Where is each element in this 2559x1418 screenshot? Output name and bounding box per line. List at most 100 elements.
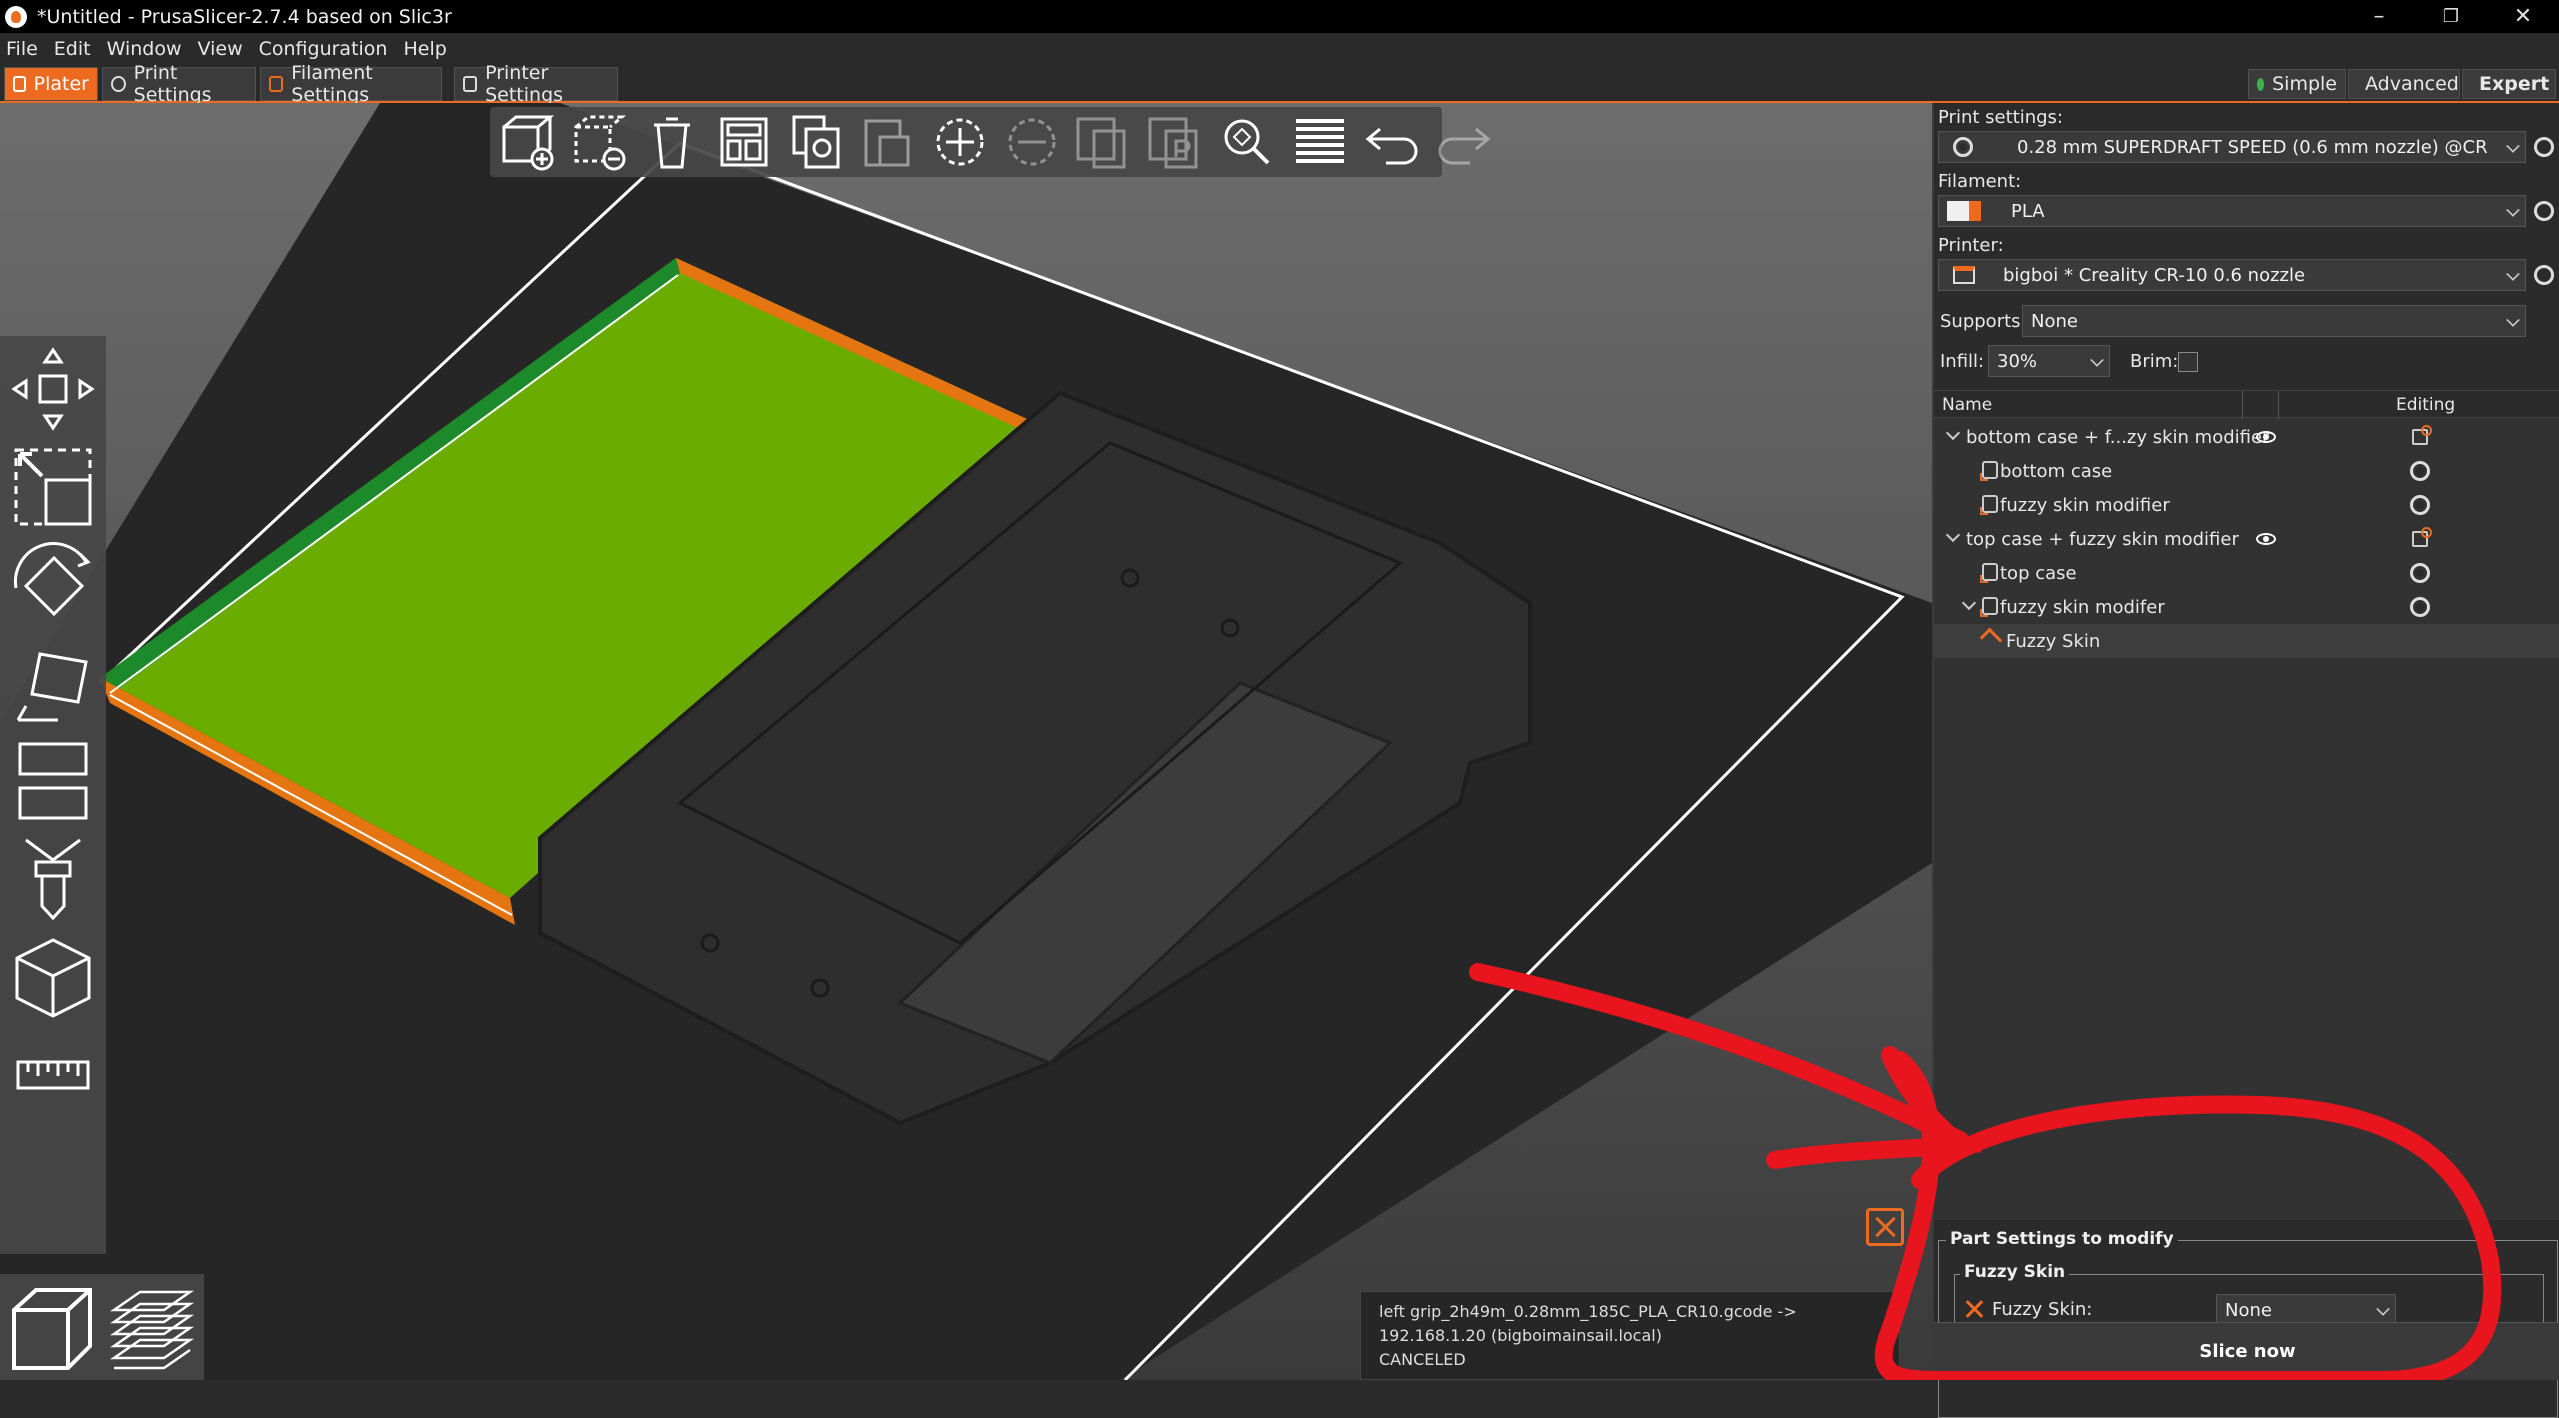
place-on-face-button[interactable] xyxy=(6,636,100,730)
printer-icon xyxy=(1953,266,1975,284)
chevron-down-icon xyxy=(2506,267,2520,281)
measure-tool-button[interactable] xyxy=(6,1028,100,1122)
brim-checkbox[interactable] xyxy=(2178,352,2198,372)
rotate-tool-button[interactable] xyxy=(6,538,100,632)
settings-edit-icon[interactable] xyxy=(2412,425,2432,445)
infill-combo[interactable]: 30% xyxy=(1988,345,2110,377)
print-settings-edit-icon[interactable] xyxy=(2534,137,2554,157)
tree-row-object[interactable]: top case + fuzzy skin modifier xyxy=(1934,522,2559,556)
menu-window[interactable]: Window xyxy=(107,38,182,60)
close-button[interactable]: ✕ xyxy=(2492,0,2554,33)
tab-plater[interactable]: Plater xyxy=(4,67,98,101)
split-objects-button[interactable] xyxy=(1070,111,1138,173)
gear-icon xyxy=(1953,137,1973,157)
chevron-down-icon[interactable] xyxy=(1961,595,1977,611)
menu-edit[interactable]: Edit xyxy=(54,38,91,60)
mode-expert-label: Expert xyxy=(2479,73,2550,95)
printer-value: bigboi * Creality CR-10 0.6 nozzle xyxy=(2003,264,2306,286)
scale-tool-button[interactable] xyxy=(6,440,100,534)
view-toggle xyxy=(0,1274,204,1380)
arrange-button[interactable] xyxy=(710,111,778,173)
remove-setting-icon[interactable] xyxy=(1964,1298,1984,1318)
tree-row-modifier[interactable]: fuzzy skin modifer xyxy=(1934,590,2559,624)
fuzzy-skin-icon xyxy=(1979,627,2003,651)
gear-icon xyxy=(111,76,126,92)
tree-row-label: bottom case xyxy=(2000,460,2113,482)
fuzzy-skin-field-label: Fuzzy Skin: xyxy=(1992,1299,2093,1320)
supports-combo[interactable]: None xyxy=(2022,305,2526,337)
3d-view-icon[interactable] xyxy=(4,1280,100,1376)
tab-printer-settings[interactable]: Printer Settings xyxy=(454,62,618,106)
maximize-button[interactable]: ❐ xyxy=(2420,0,2482,33)
menu-help[interactable]: Help xyxy=(403,38,446,60)
copy-button[interactable] xyxy=(782,111,850,173)
green-dot-icon xyxy=(2257,77,2265,91)
3d-viewport[interactable]: left grip_2h49m_0.28mm_185C_PLA_CR10.gco… xyxy=(0,103,1932,1380)
mode-advanced-button[interactable]: Advanced xyxy=(2348,69,2460,99)
tree-row-part[interactable]: bottom case xyxy=(1934,454,2559,488)
mode-simple-button[interactable]: Simple xyxy=(2248,69,2346,99)
view-cube-button[interactable] xyxy=(6,930,100,1024)
minimize-button[interactable]: – xyxy=(2348,0,2410,33)
delete-button[interactable] xyxy=(566,111,634,173)
notification-close-icon[interactable] xyxy=(1866,1208,1904,1246)
delete-all-button[interactable] xyxy=(638,111,706,173)
gear-icon[interactable] xyxy=(2410,563,2430,583)
split-parts-button[interactable] xyxy=(1142,111,1210,173)
filament-combo[interactable]: PLA xyxy=(1938,195,2526,227)
tab-filament-settings[interactable]: Filament Settings xyxy=(260,62,442,106)
tree-row-part[interactable]: top case xyxy=(1934,556,2559,590)
gear-icon[interactable] xyxy=(2410,461,2430,481)
tree-row-modifier[interactable]: fuzzy skin modifier xyxy=(1934,488,2559,522)
eye-icon[interactable] xyxy=(2256,533,2276,545)
undo-button[interactable] xyxy=(1358,111,1426,173)
cut-tool-button[interactable] xyxy=(6,734,100,828)
mode-simple-label: Simple xyxy=(2272,73,2337,95)
move-tool-button[interactable] xyxy=(6,342,100,436)
chevron-down-icon[interactable] xyxy=(1945,425,1961,441)
filament-edit-icon[interactable] xyxy=(2534,201,2554,221)
tree-row-label: fuzzy skin modifer xyxy=(2000,596,2165,618)
brim-label: Brim: xyxy=(2130,351,2179,372)
chevron-down-icon[interactable] xyxy=(1945,527,1961,543)
add-instance-button[interactable] xyxy=(926,111,994,173)
printer-edit-icon[interactable] xyxy=(2534,265,2554,285)
mode-expert-button[interactable]: Expert xyxy=(2462,69,2556,99)
slice-now-button[interactable]: Slice now xyxy=(1934,1322,2559,1380)
search-icon xyxy=(1224,119,1270,165)
eye-icon[interactable] xyxy=(2256,431,2276,443)
window-title: *Untitled - PrusaSlicer-2.7.4 based on S… xyxy=(37,5,452,28)
modifier-icon xyxy=(1980,597,1998,617)
menu-file[interactable]: File xyxy=(6,38,38,60)
plater-icon xyxy=(13,76,26,92)
tree-row-object[interactable]: bottom case + f...zy skin modifier xyxy=(1934,420,2559,454)
print-settings-combo[interactable]: 0.28 mm SUPERDRAFT SPEED (0.6 mm nozzle)… xyxy=(1938,131,2526,163)
column-divider xyxy=(2278,391,2279,419)
remove-instance-button[interactable] xyxy=(998,111,1066,173)
column-editing[interactable]: Editing xyxy=(2396,395,2455,415)
infill-label: Infill: xyxy=(1940,351,1985,372)
tree-row-setting[interactable]: Fuzzy Skin xyxy=(1934,624,2559,658)
column-name[interactable]: Name xyxy=(1942,395,1992,415)
paste-button[interactable] xyxy=(854,111,922,173)
notification-box: left grip_2h49m_0.28mm_185C_PLA_CR10.gco… xyxy=(1360,1291,1900,1380)
gear-icon[interactable] xyxy=(2410,597,2430,617)
search-button[interactable] xyxy=(1214,111,1282,173)
add-object-button[interactable] xyxy=(494,111,562,173)
paint-supports-button[interactable] xyxy=(6,832,100,926)
printer-combo[interactable]: bigboi * Creality CR-10 0.6 nozzle xyxy=(1938,259,2526,291)
left-toolbar xyxy=(0,336,106,1254)
menu-view[interactable]: View xyxy=(198,38,243,60)
settings-edit-icon[interactable] xyxy=(2412,527,2432,547)
tab-print-settings[interactable]: Print Settings xyxy=(102,62,256,106)
part-settings-title: Part Settings to modify xyxy=(1946,1229,2178,1249)
preview-layers-icon[interactable] xyxy=(104,1280,200,1376)
gear-icon[interactable] xyxy=(2410,495,2430,515)
prusaslicer-logo-icon xyxy=(5,5,27,28)
tree-row-label: fuzzy skin modifier xyxy=(2000,494,2170,516)
layers-editing-button[interactable] xyxy=(1286,111,1354,173)
menu-configuration[interactable]: Configuration xyxy=(259,38,388,60)
cut-icon xyxy=(18,742,88,820)
redo-button[interactable] xyxy=(1430,111,1498,173)
fuzzy-skin-group-title: Fuzzy Skin xyxy=(1960,1262,2070,1282)
